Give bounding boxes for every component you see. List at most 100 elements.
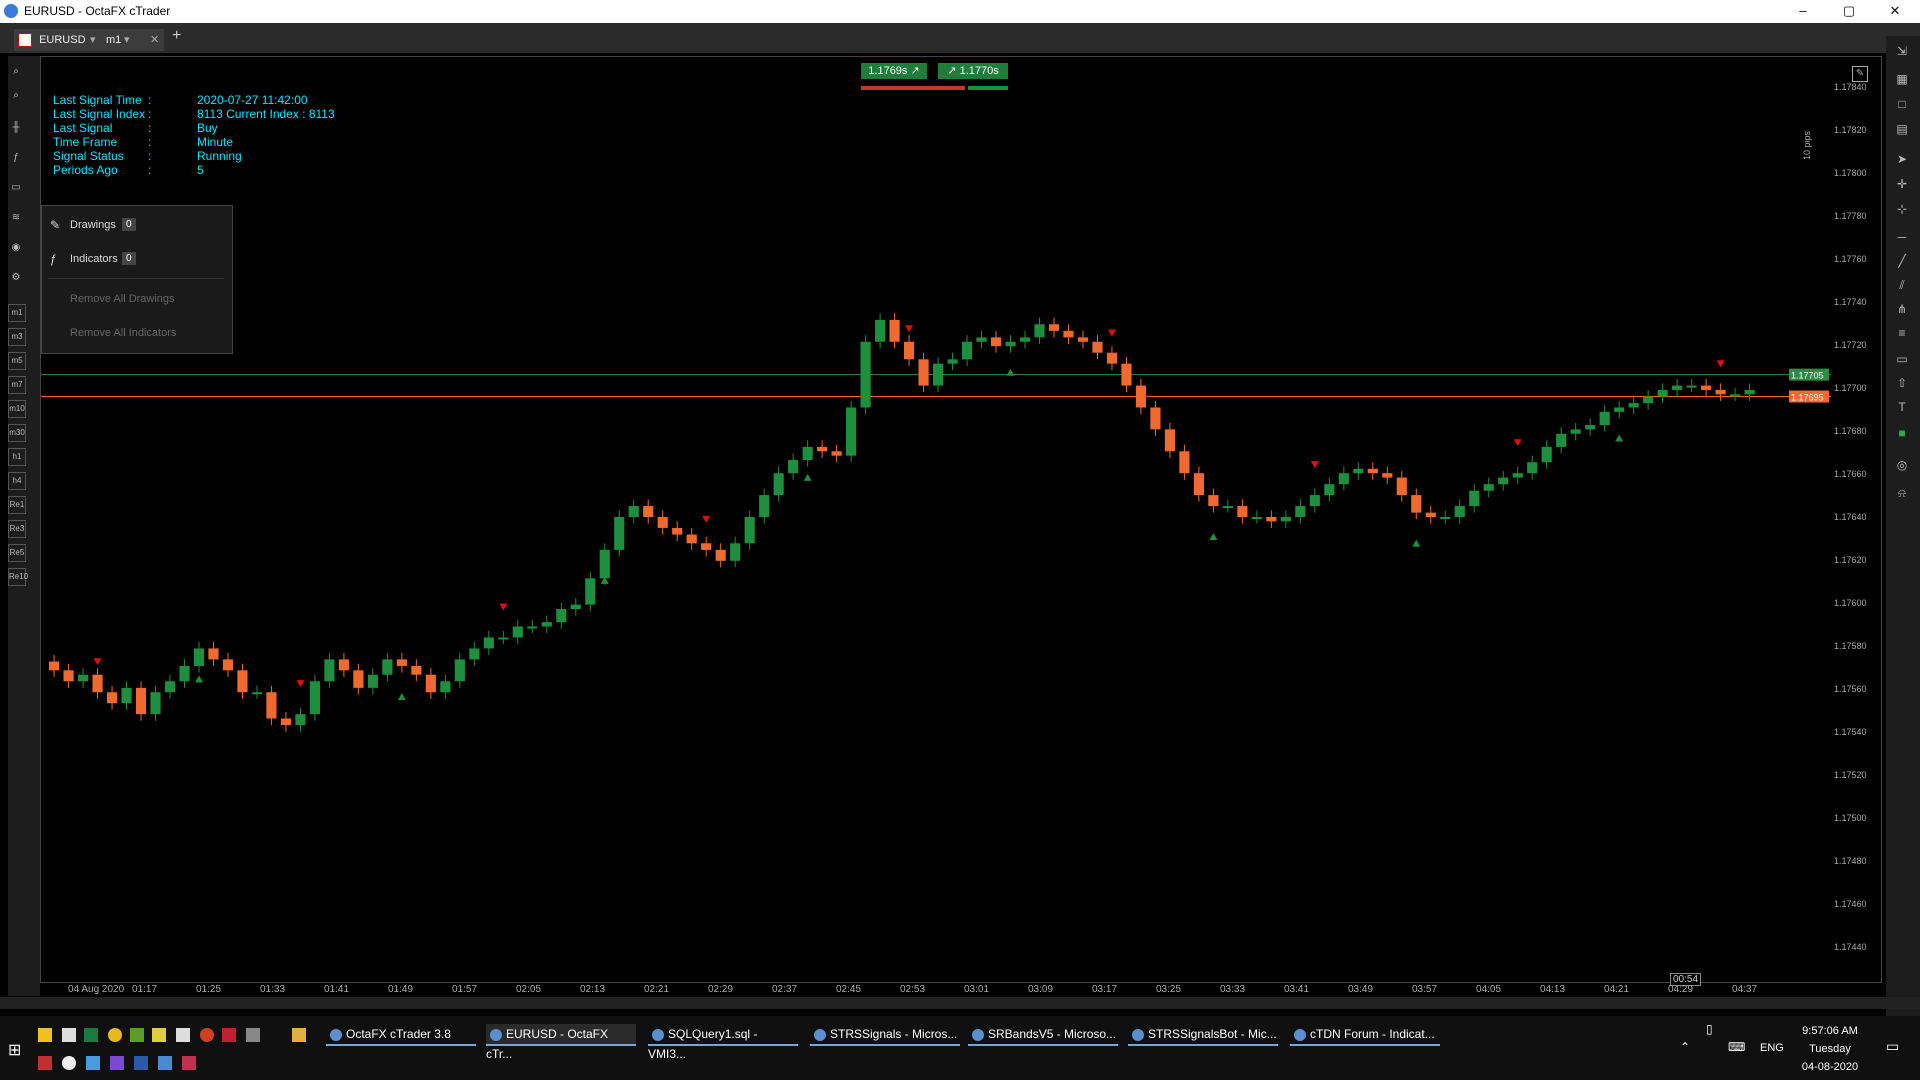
close-window-button[interactable]: ✕ [1872, 0, 1918, 23]
app-icon[interactable] [130, 1028, 144, 1042]
word-icon[interactable] [134, 1056, 148, 1070]
eye-icon[interactable]: ◉ [8, 240, 24, 256]
detach-icon[interactable]: ⇲ [1893, 42, 1911, 60]
timeframe-button-m1[interactable]: m1 [8, 304, 26, 322]
chevron-up-icon[interactable]: ⌃ [1680, 1040, 1690, 1054]
taskbar-item[interactable]: SQLQuery1.sql - VMI3... [648, 1024, 798, 1061]
measure-icon[interactable]: ⊹ [1893, 200, 1911, 218]
rectangle-tool-icon[interactable]: ▭ [1893, 350, 1911, 368]
candle-body [1382, 473, 1393, 478]
horizontal-scrollbar[interactable] [0, 997, 1920, 1009]
timeframe-button-h4[interactable]: h4 [8, 472, 26, 490]
visual-studio-icon[interactable] [110, 1056, 124, 1070]
notes-icon[interactable] [152, 1028, 166, 1042]
edit-chart-icon[interactable]: ✎ [1852, 66, 1868, 82]
timeframe-button-Re1[interactable]: Re1 [8, 496, 26, 514]
app-icon[interactable] [86, 1056, 100, 1070]
minimize-button[interactable]: – [1780, 0, 1826, 23]
timeframe-button-m10[interactable]: m10 [8, 400, 26, 418]
bid-price-button[interactable]: 1.1769s ↗ [861, 63, 927, 79]
indicator-icon[interactable]: ƒ [8, 150, 24, 166]
app-icon[interactable] [182, 1056, 196, 1070]
taskbar-item[interactable]: STRSSignalsBot - Mic... [1128, 1024, 1278, 1046]
split-layout-icon[interactable]: ▤ [1893, 120, 1911, 138]
files-icon[interactable] [176, 1028, 190, 1042]
line-tool-icon[interactable]: ─ [1893, 228, 1911, 246]
app-icon[interactable] [158, 1056, 172, 1070]
signal-info-value: Running [197, 149, 242, 163]
excel-icon[interactable] [84, 1028, 98, 1042]
ask-price: 1.1770s [959, 65, 999, 77]
channel-tool-icon[interactable]: ⫽ [1893, 276, 1911, 294]
fibonacci-tool-icon[interactable]: ≡ [1893, 324, 1911, 342]
crosshair-icon[interactable]: ✛ [1893, 175, 1911, 193]
clock-icon[interactable] [62, 1056, 76, 1070]
timeframe-button-Re3[interactable]: Re3 [8, 520, 26, 538]
timeframe-button-h1[interactable]: h1 [8, 448, 26, 466]
language-indicator[interactable]: ENG [1760, 1042, 1784, 1054]
timeframe-button-m5[interactable]: m5 [8, 352, 26, 370]
single-layout-icon[interactable]: □ [1893, 95, 1911, 113]
grid-layout-icon[interactable]: ▦ [1893, 70, 1911, 88]
chart-type-icon[interactable]: ╫ [8, 120, 24, 136]
taskbar-app-icon [814, 1028, 826, 1041]
candle-body [1019, 337, 1031, 342]
maximize-button[interactable]: ▢ [1826, 0, 1872, 23]
taskbar-item[interactable]: OctaFX cTrader 3.8 [326, 1024, 476, 1046]
y-axis-tick-label: 1.17440 [1834, 942, 1867, 952]
clock-date[interactable]: 04-08-2020 [1790, 1061, 1870, 1073]
ray-tool-icon[interactable]: ╱ [1893, 252, 1911, 270]
triangle-app-icon[interactable] [38, 1028, 52, 1042]
template-icon[interactable]: ▭ [8, 180, 24, 196]
taskbar-item[interactable]: SRBandsV5 - Microso... [968, 1024, 1118, 1046]
timeframe-button-m7[interactable]: m7 [8, 376, 26, 394]
chevron-down-icon[interactable]: ▾ [124, 29, 130, 51]
chevron-down-icon[interactable]: ▾ [90, 29, 96, 51]
timeframe-button-m3[interactable]: m3 [8, 328, 26, 346]
layers-icon[interactable]: ≋ [8, 210, 24, 226]
settings-icon[interactable]: ⚙ [8, 270, 24, 286]
candle-body [1005, 341, 1016, 347]
arrow-tool-icon[interactable]: ⇧ [1893, 374, 1911, 392]
clock-time[interactable]: 9:57:06 AM [1790, 1025, 1870, 1037]
drawings-label[interactable]: Drawings [70, 219, 116, 231]
app-icon[interactable] [38, 1056, 52, 1070]
price-chart[interactable]: 1.17705 1.17695 [41, 57, 1831, 977]
app-icon[interactable] [246, 1028, 260, 1042]
timeframe-button-Re10[interactable]: Re10 [8, 568, 28, 586]
windows-start-icon[interactable]: ⊞ [8, 1040, 21, 1060]
cursor-icon[interactable]: ➤ [1893, 150, 1911, 168]
zoom-in-icon[interactable]: ⌕ [8, 64, 24, 80]
indicators-label[interactable]: Indicators [70, 253, 118, 265]
taskbar-item[interactable]: STRSSignals - Micros... [810, 1024, 960, 1046]
add-tab-icon[interactable]: + [172, 27, 181, 45]
app-icon[interactable] [222, 1028, 236, 1042]
zoom-out-icon[interactable]: ⌕ [8, 88, 24, 104]
battery-icon[interactable]: ▯ [1706, 1022, 1713, 1036]
close-tab-icon[interactable]: ✕ [150, 29, 159, 51]
chrome-icon[interactable] [108, 1028, 122, 1042]
timeframe-button-m30[interactable]: m30 [8, 424, 26, 442]
ask-price-button[interactable]: ↗ 1.1770s [938, 63, 1008, 79]
remove-all-drawings-button[interactable]: Remove All Drawings [70, 293, 175, 305]
powerpoint-icon[interactable] [200, 1028, 214, 1042]
candle-body [1353, 468, 1364, 474]
remove-all-indicators-button[interactable]: Remove All Indicators [70, 327, 176, 339]
candle-body [904, 341, 915, 360]
camera-icon[interactable]: ◎ [1893, 456, 1911, 474]
clock-day[interactable]: Tuesday [1790, 1043, 1870, 1055]
candle-body [1701, 385, 1712, 390]
taskbar-item[interactable]: EURUSD - OctaFX cTr... [486, 1024, 636, 1061]
tab-timeframe-label[interactable]: m1 [106, 29, 121, 51]
keyboard-icon[interactable]: ⌨ [1728, 1040, 1745, 1054]
notifications-icon[interactable]: ▭ [1886, 1038, 1899, 1055]
color-picker-icon[interactable]: ■ [1893, 424, 1911, 442]
calculator-icon[interactable] [62, 1028, 76, 1042]
folder-icon[interactable] [292, 1028, 306, 1042]
bell-icon[interactable]: ⍾ [1893, 484, 1911, 502]
taskbar-item[interactable]: cTDN Forum - Indicat... [1290, 1024, 1440, 1046]
tab-eurusd[interactable]: EURUSD ▾ m1 ▾ ✕ [14, 29, 164, 51]
pitchfork-tool-icon[interactable]: ⋔ [1893, 300, 1911, 318]
timeframe-button-Re5[interactable]: Re5 [8, 544, 26, 562]
text-tool-icon[interactable]: T [1893, 398, 1911, 416]
